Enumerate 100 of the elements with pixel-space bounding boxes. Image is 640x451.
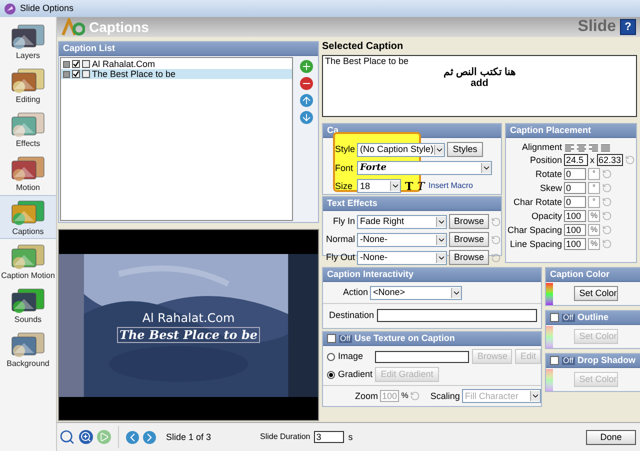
value-field[interactable]: 100	[564, 238, 586, 250]
unit-label: %	[401, 392, 408, 400]
unit-label: °	[588, 182, 600, 194]
size-dropdown[interactable]: 18	[357, 179, 401, 193]
reset-icon[interactable]	[624, 155, 634, 165]
caption-text: Al Rahalat.Com	[142, 312, 235, 324]
action-dropdown[interactable]: <None>	[370, 286, 462, 300]
field-label: Action	[343, 288, 367, 297]
move-down-icon[interactable]	[300, 111, 312, 124]
sidebar-item[interactable]: Caption Motion	[0, 239, 56, 283]
zoom-out-icon[interactable]	[59, 429, 75, 445]
unit-label: %	[588, 238, 600, 250]
reset-icon[interactable]	[602, 239, 612, 249]
radio-button[interactable]	[327, 352, 335, 360]
browse-button[interactable]: Browse	[448, 232, 489, 247]
destination-field[interactable]	[377, 308, 538, 322]
field-label: Gradient	[338, 370, 372, 379]
browse-button[interactable]: Browse	[448, 250, 489, 265]
section-title: Text Effects	[327, 199, 378, 208]
section-title: Use Texture on Caption	[354, 334, 455, 343]
remove-icon[interactable]	[300, 77, 312, 90]
field-label: Zoom	[355, 392, 378, 400]
field-label: Scaling	[430, 392, 460, 400]
sidebar-item[interactable]: Motion	[0, 151, 56, 195]
reset-icon[interactable]	[491, 252, 501, 262]
sidebar-item[interactable]: Layers	[0, 19, 56, 63]
reset-icon[interactable]	[491, 234, 501, 244]
selected-caption-header: Selected Caption	[322, 40, 404, 54]
reset-icon[interactable]	[602, 225, 612, 235]
caption-list-item[interactable]: The Best Place to be	[61, 69, 292, 79]
sidebar-item[interactable]: Editing	[0, 63, 56, 107]
field-label: Position	[528, 156, 562, 164]
field-label: Image	[338, 352, 364, 361]
bold-toggle[interactable]: T	[405, 180, 414, 192]
align-icon[interactable]	[601, 144, 610, 152]
caption-list-item[interactable]: Al Rahalat.Com	[61, 59, 292, 69]
radio-button[interactable]	[327, 370, 335, 378]
add-icon[interactable]	[300, 60, 312, 73]
unit-label: °	[588, 196, 600, 208]
unit-label: °	[588, 168, 600, 180]
field-label: Size	[335, 182, 353, 190]
browse-button[interactable]: Browse	[448, 214, 489, 229]
toggle-label: Off	[562, 314, 575, 322]
field-label: Opacity	[530, 212, 562, 220]
effect-dropdown[interactable]: -None-	[357, 250, 447, 264]
visibility-checkbox[interactable]	[72, 60, 80, 68]
value-field[interactable]: 100	[564, 224, 586, 236]
caption-text-line: add	[470, 78, 488, 89]
unit-label: %	[588, 210, 600, 222]
effect-dropdown[interactable]: Fade Right	[357, 214, 447, 228]
value-field[interactable]: 100	[564, 210, 586, 222]
effect-dropdown[interactable]: -None-	[357, 232, 447, 246]
align-icon[interactable]	[565, 144, 574, 152]
photos-icon	[10, 110, 46, 138]
insert-macro-link[interactable]: Insert Macro	[428, 182, 473, 190]
section-title: Outline	[578, 313, 609, 322]
next-slide-icon[interactable]	[143, 430, 156, 444]
value-field[interactable]: 0	[564, 182, 586, 194]
move-up-icon[interactable]	[300, 94, 312, 107]
position-x-field[interactable]: 24.5	[564, 154, 588, 166]
unit-label: s	[348, 432, 353, 442]
visibility-checkbox[interactable]	[72, 70, 80, 78]
image-path-field[interactable]	[374, 350, 470, 362]
section-title: Drop Shadow	[578, 356, 636, 365]
sidebar-item[interactable]: Effects	[0, 107, 56, 151]
reset-icon[interactable]	[410, 391, 420, 401]
done-button[interactable]: Done	[586, 430, 636, 444]
set-color-button[interactable]: Set Color	[574, 286, 618, 301]
value-field[interactable]: 0	[564, 168, 586, 180]
align-icon[interactable]	[577, 144, 586, 152]
caption-text-line: هنا تكتب النص ثم	[443, 67, 516, 78]
help-button[interactable]: ?	[620, 19, 636, 35]
duration-field[interactable]: 3	[314, 431, 344, 443]
field-label: Normal	[325, 235, 355, 244]
reset-icon[interactable]	[602, 183, 612, 193]
app-icon	[4, 2, 16, 14]
font-dropdown[interactable]: Forte	[357, 161, 492, 175]
sidebar-item[interactable]: Background	[0, 327, 56, 371]
reset-icon[interactable]	[602, 211, 612, 221]
slide-counter: Slide 1 of 3	[166, 432, 212, 442]
sidebar-item[interactable]: Captions	[0, 195, 56, 239]
field-label: Fly In	[332, 217, 355, 226]
caption-text[interactable]: The Best Place to be	[116, 327, 260, 343]
align-icon[interactable]	[589, 144, 598, 152]
value-field[interactable]: 0	[564, 196, 586, 208]
sidebar-item[interactable]: Sounds	[0, 283, 56, 327]
style-dropdown[interactable]: (No Caption Style)	[357, 142, 445, 156]
previous-slide-icon[interactable]	[126, 430, 139, 444]
field-label: Alignment	[520, 143, 562, 152]
styles-button[interactable]: Styles	[447, 142, 483, 157]
reset-icon[interactable]	[602, 197, 612, 207]
reset-icon[interactable]	[602, 169, 612, 179]
zoom-in-icon[interactable]	[79, 430, 93, 444]
field-label: Char Rotate	[512, 198, 562, 206]
position-y-field[interactable]: 62.33	[596, 154, 622, 166]
field-label: Fly Out	[325, 253, 355, 262]
toggle-label: Off	[339, 334, 352, 342]
texture-checkbox[interactable]	[327, 334, 336, 343]
reset-icon[interactable]	[491, 216, 501, 226]
window-title: Slide Options	[20, 4, 74, 13]
